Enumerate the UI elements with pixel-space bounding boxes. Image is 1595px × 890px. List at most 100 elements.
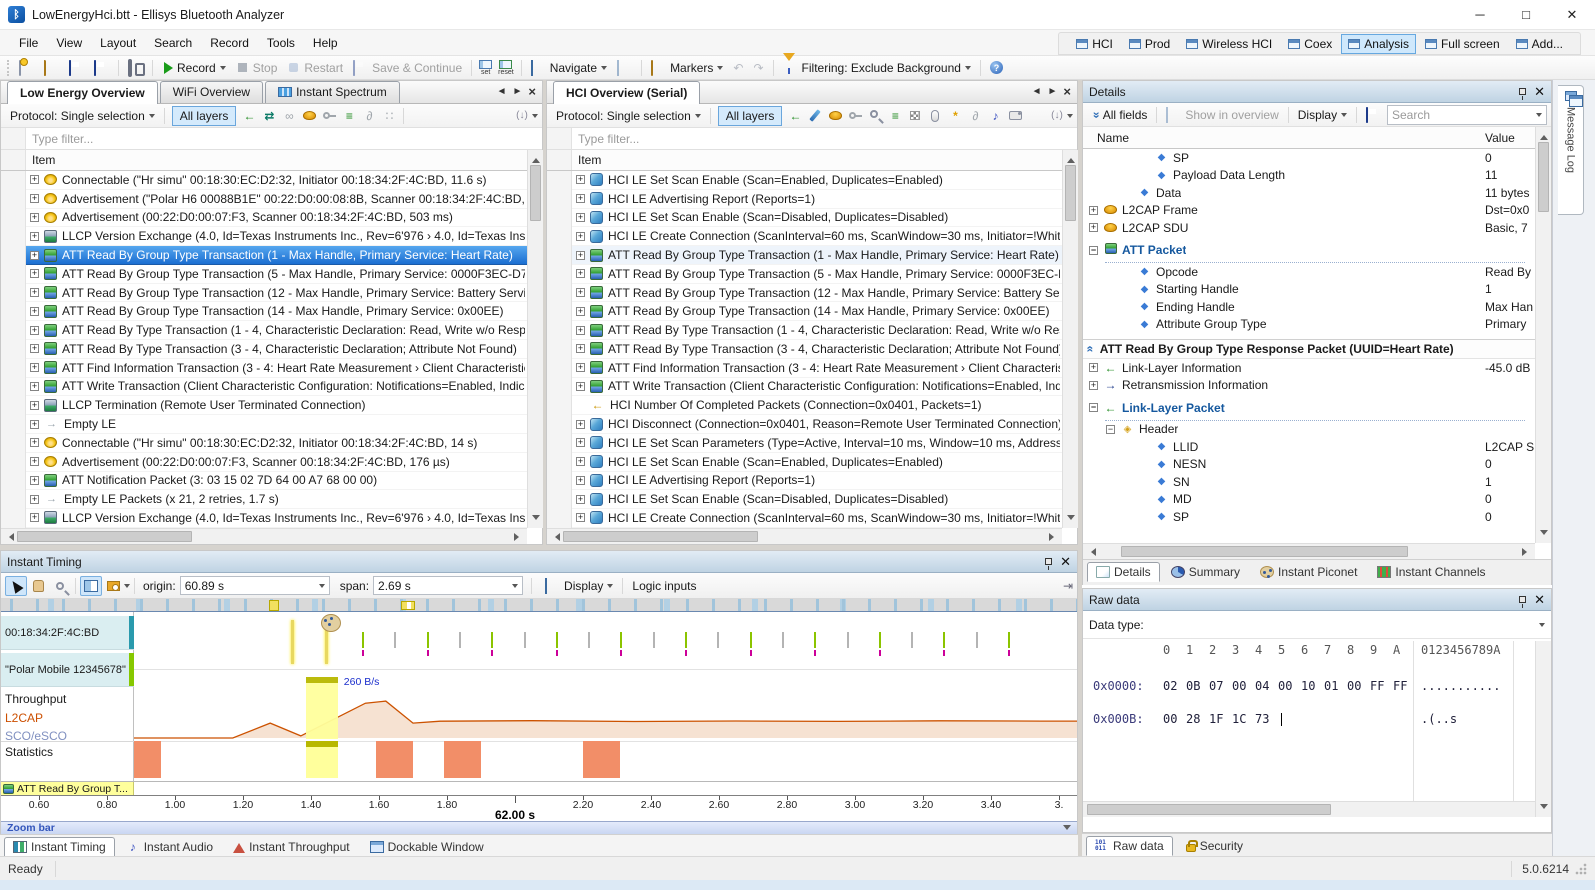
burst-icon[interactable]: *	[946, 107, 964, 124]
list-item[interactable]: +→Empty LE	[26, 415, 527, 434]
pin-icon[interactable]	[1519, 596, 1526, 603]
search-input[interactable]: Search	[1387, 105, 1547, 125]
filtering-dropdown-icon[interactable]	[965, 66, 971, 73]
view-range-marker[interactable]	[401, 601, 415, 610]
tab-instant-piconet[interactable]: Instant Piconet	[1251, 562, 1366, 582]
expand-icon[interactable]: +	[1089, 381, 1098, 390]
piconet-event-icon[interactable]	[321, 614, 341, 632]
expand-icon[interactable]: +	[576, 288, 585, 297]
select-tool-button[interactable]	[5, 576, 27, 596]
timing-overview-strip[interactable]	[1, 599, 1077, 612]
markers-button[interactable]: Markers	[646, 60, 728, 76]
origin-input[interactable]: 60.89 s	[180, 576, 330, 595]
snapshot-button[interactable]	[102, 576, 124, 596]
link-icon[interactable]: ∞	[280, 107, 298, 124]
all-fields-button[interactable]: «All fields	[1087, 107, 1152, 123]
expand-icon[interactable]: +	[576, 175, 585, 184]
expand-icon[interactable]: +	[30, 232, 39, 241]
list-item[interactable]: +LLCP Version Exchange (4.0, Id=Texas In…	[26, 227, 527, 246]
tab-instant-spectrum[interactable]: Instant Spectrum	[265, 81, 400, 103]
expand-icon[interactable]: +	[30, 344, 39, 353]
detail-row[interactable]: ◆Attribute Group TypePrimary	[1083, 316, 1535, 334]
scatter-icon[interactable]: ∷	[380, 107, 398, 124]
open-file-button[interactable]	[39, 60, 64, 76]
expand-icon[interactable]: +	[30, 326, 39, 335]
expand-icon[interactable]: +	[30, 495, 39, 504]
all-layers-button[interactable]: All layers	[718, 106, 783, 126]
music-note-icon[interactable]: ♪	[986, 107, 1004, 124]
detail-row[interactable]: ◆Payload Data Length11	[1083, 167, 1535, 185]
tab-details[interactable]: Details	[1087, 562, 1160, 582]
zoom-tool-button[interactable]	[49, 576, 71, 596]
protocol-selector[interactable]: Protocol: Single selection	[5, 108, 160, 124]
detail-row[interactable]: ◆NESN0	[1083, 456, 1535, 474]
workspace-tab-analysis[interactable]: Analysis	[1341, 34, 1416, 54]
detail-row[interactable]: −◈Header	[1083, 421, 1535, 439]
type-filter-input[interactable]: Type filter...	[572, 128, 1077, 149]
previous-icon[interactable]: ←	[786, 107, 804, 124]
pin-icon[interactable]	[1519, 88, 1526, 95]
signal-capture-icon[interactable]	[1048, 107, 1066, 124]
navigate-dropdown-icon[interactable]	[601, 66, 607, 73]
audio-listen-icon[interactable]: ∂	[966, 107, 984, 124]
details-vertical-scrollbar[interactable]	[1535, 127, 1551, 543]
expand-icon[interactable]: +	[30, 420, 39, 429]
audio-listen-icon[interactable]: ∂	[360, 107, 378, 124]
list-item[interactable]: +ATT Read By Group Type Transaction (12 …	[26, 284, 527, 303]
device-track-label[interactable]: 00:18:34:2F:4C:BD	[1, 616, 134, 650]
overview-marker[interactable]	[269, 600, 279, 611]
security-key-icon[interactable]	[846, 107, 864, 124]
expand-icon[interactable]: +	[30, 213, 39, 222]
record-dropdown-icon[interactable]	[220, 66, 226, 73]
navigate-export-button[interactable]	[612, 60, 637, 76]
list-item[interactable]: +HCI LE Set Scan Enable (Scan=Enabled, D…	[572, 171, 1062, 190]
expand-icon[interactable]: +	[576, 213, 585, 222]
list-item[interactable]: +Advertisement (00:22:D0:00:07:F3, Scann…	[26, 453, 527, 472]
help-button[interactable]: ?	[985, 60, 1008, 75]
tab-raw-data[interactable]: 101011Raw data	[1086, 836, 1173, 856]
expand-icon[interactable]: +	[576, 513, 585, 522]
expand-icon[interactable]: +	[576, 438, 585, 447]
menu-layout[interactable]: Layout	[91, 32, 145, 54]
list-item[interactable]: +HCI LE Set Scan Enable (Scan=Disabled, …	[572, 490, 1062, 509]
expand-icon[interactable]: +	[30, 382, 39, 391]
message-log-tab[interactable]: Message Log	[1558, 85, 1584, 215]
span-input[interactable]: 2.69 s	[373, 576, 523, 595]
close-button[interactable]: ✕	[1549, 0, 1595, 30]
find-button[interactable]	[123, 60, 148, 76]
scroll-tabs-right-icon[interactable]: ►	[513, 86, 523, 97]
expand-icon[interactable]: +	[30, 401, 39, 410]
expand-icon[interactable]: +	[576, 269, 585, 278]
menu-file[interactable]: File	[10, 32, 47, 54]
list-item[interactable]: +HCI LE Create Connection (ScanInterval=…	[572, 509, 1062, 528]
close-tab-icon[interactable]: ×	[528, 84, 536, 99]
expand-icon[interactable]: +	[576, 363, 585, 372]
expand-icon[interactable]: +	[1089, 206, 1098, 215]
details-section-header[interactable]: «ATT Read By Group Type Response Packet …	[1083, 339, 1535, 359]
list-item[interactable]: ←HCI Number Of Completed Packets (Connec…	[572, 396, 1062, 415]
expand-icon[interactable]: +	[576, 307, 585, 316]
display-button[interactable]: Display	[1293, 107, 1352, 123]
detail-row[interactable]: +←Link-Layer Information-45.0 dB	[1083, 359, 1535, 377]
reset-button[interactable]: reset	[495, 60, 517, 76]
detail-row[interactable]: −←Link-Layer Packet	[1083, 399, 1535, 417]
expand-icon[interactable]: +	[576, 344, 585, 353]
maximize-button[interactable]: □	[1503, 0, 1549, 30]
split-view-button[interactable]	[80, 576, 102, 596]
list-item[interactable]: +Advertisement ("Polar H6 00088B1E" 00:2…	[26, 190, 527, 209]
workspace-tab-full-screen[interactable]: Full screen	[1418, 34, 1507, 54]
detail-row[interactable]: ◆Starting Handle1	[1083, 281, 1535, 299]
expand-icon[interactable]: +	[30, 476, 39, 485]
expand-icon[interactable]: +	[576, 382, 585, 391]
menu-view[interactable]: View	[47, 32, 91, 54]
list-item[interactable]: +Connectable ("Hr simu" 00:18:30:EC:D2:3…	[26, 171, 527, 190]
tab-instant-throughput[interactable]: Instant Throughput	[224, 837, 359, 857]
expand-icon[interactable]: +	[1089, 363, 1098, 372]
expand-icon[interactable]: +	[576, 495, 585, 504]
details-horizontal-scrollbar[interactable]	[1083, 543, 1535, 559]
expand-icon[interactable]: −	[1089, 246, 1098, 255]
resize-grip[interactable]	[1575, 863, 1587, 875]
save-button[interactable]	[64, 60, 89, 76]
pan-tool-button[interactable]	[27, 576, 49, 596]
menu-search[interactable]: Search	[145, 32, 201, 54]
